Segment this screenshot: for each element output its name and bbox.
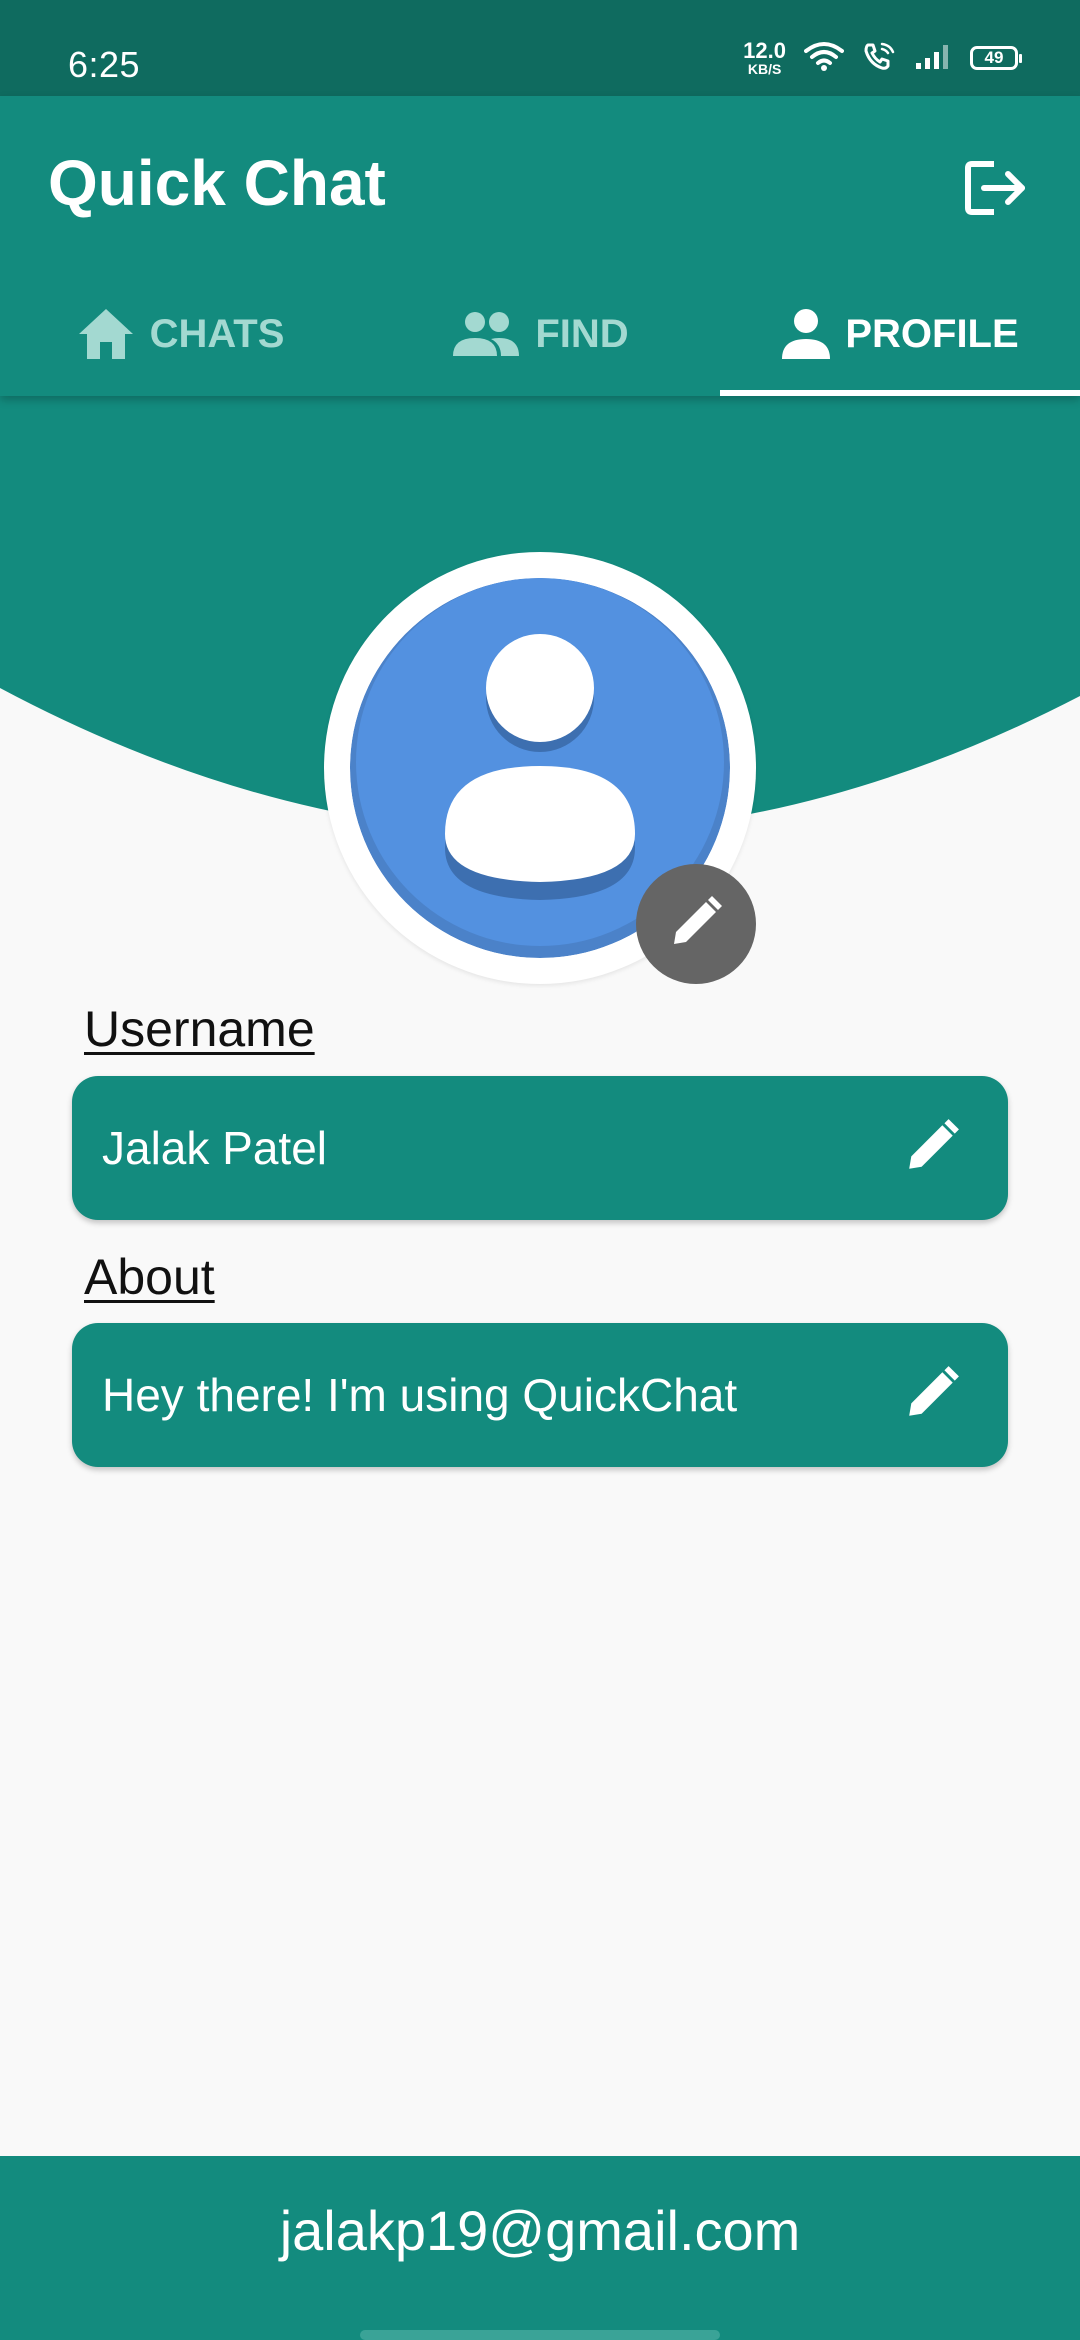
network-speed: 12.0 KB/S — [743, 38, 786, 77]
network-speed-value: 12.0 — [743, 38, 786, 63]
edit-avatar-button[interactable] — [636, 864, 756, 984]
username-label: Username — [84, 1001, 315, 1057]
people-icon — [451, 310, 521, 358]
status-time: 6:25 — [68, 44, 141, 85]
app-bar: Quick Chat CHATS FIND PROFILE — [0, 96, 1080, 396]
battery-icon: 49 — [970, 46, 1022, 70]
wifi-calling-icon — [862, 41, 896, 76]
tab-chats-label: CHATS — [149, 311, 285, 356]
about-field[interactable]: Hey there! I'm using QuickChat — [72, 1323, 1008, 1467]
logout-button[interactable] — [960, 154, 1032, 226]
pencil-icon — [668, 894, 724, 955]
edit-about-button[interactable] — [900, 1363, 964, 1427]
pencil-icon — [903, 1364, 961, 1427]
footer: jalakp19@gmail.com — [0, 2156, 1080, 2340]
signal-icon — [914, 41, 952, 76]
tab-bar: CHATS FIND PROFILE — [0, 272, 1080, 396]
tab-find-label: FIND — [535, 311, 629, 356]
about-value: Hey there! I'm using QuickChat — [102, 1369, 738, 1421]
tab-profile-label: PROFILE — [845, 311, 1019, 356]
network-speed-unit: KB/S — [747, 61, 782, 77]
user-email: jalakp19@gmail.com — [279, 2198, 801, 2262]
profile-screen: 6:25 12.0 KB/S 49 Quick Chat CHATS FIND … — [0, 0, 1080, 2340]
tab-chats[interactable]: CHATS — [0, 272, 360, 396]
tab-find[interactable]: FIND — [360, 272, 720, 396]
app-title: Quick Chat — [48, 147, 386, 219]
person-icon — [781, 308, 831, 360]
pencil-icon — [903, 1117, 961, 1180]
status-icons: 12.0 KB/S 49 — [743, 38, 1022, 77]
edit-username-button[interactable] — [900, 1116, 964, 1180]
gesture-nav-handle[interactable] — [360, 2330, 720, 2340]
home-icon — [76, 306, 136, 362]
wifi-icon — [804, 41, 844, 76]
status-bar: 6:25 12.0 KB/S 49 — [0, 0, 1080, 96]
username-value: Jalak Patel — [102, 1122, 328, 1174]
tab-profile[interactable]: PROFILE — [720, 272, 1080, 396]
logout-icon — [964, 158, 1028, 223]
username-field[interactable]: Jalak Patel — [72, 1076, 1008, 1220]
about-label: About — [84, 1249, 215, 1305]
